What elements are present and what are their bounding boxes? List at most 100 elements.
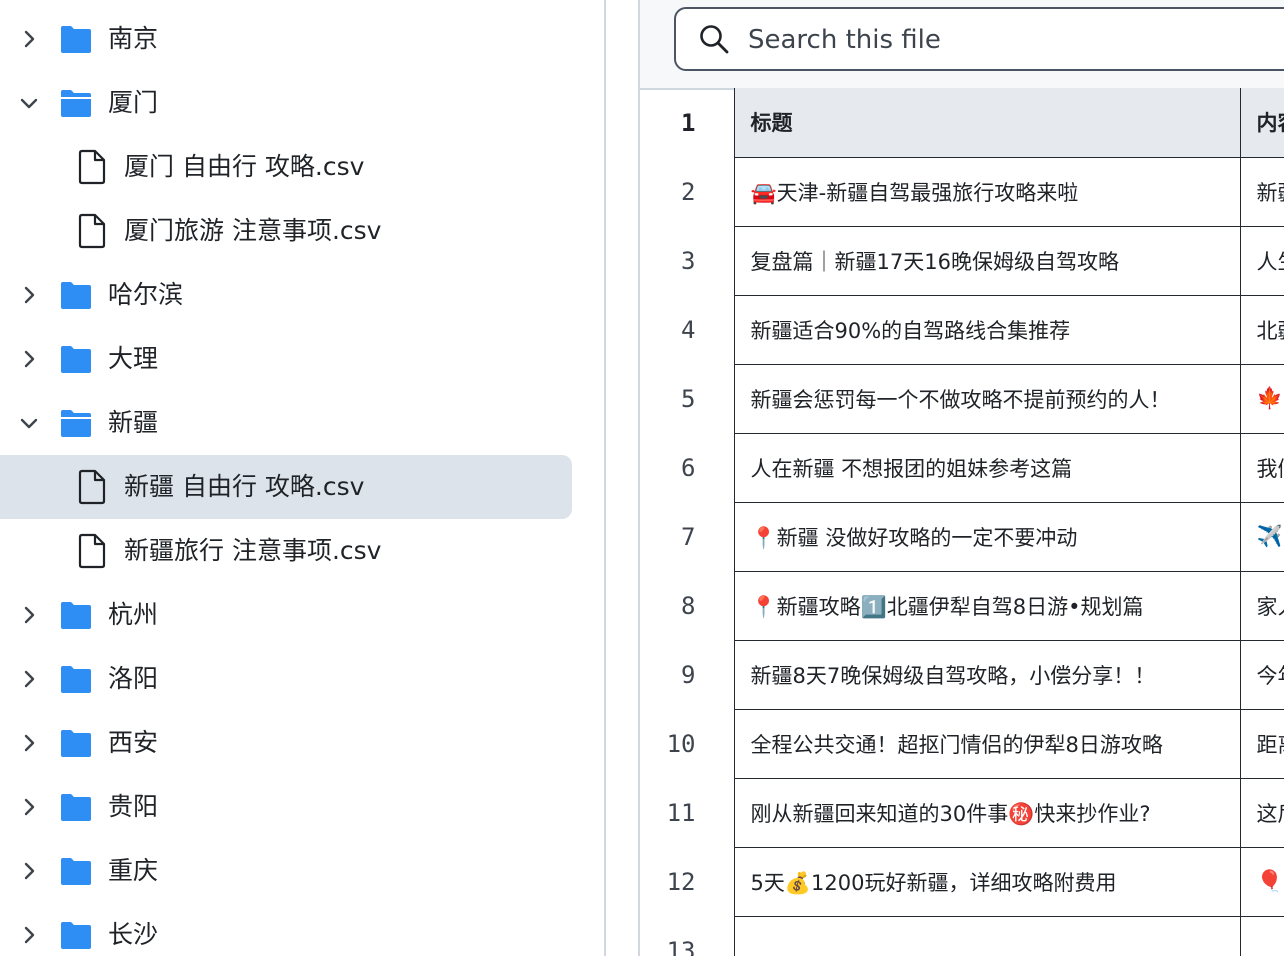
chevron-right-icon[interactable] (18, 860, 40, 882)
chevron-down-icon[interactable] (18, 92, 40, 114)
csv-viewer: 1标题内容2🚘天津-新疆自驾最强旅行攻略来啦新疆3复盘篇｜新疆17天16晚保姆级… (638, 0, 1284, 956)
cell-title[interactable]: 5天💰1200玩好新疆，详细攻略附费用 (734, 847, 1241, 917)
tree-item-label: 重庆 (108, 856, 159, 885)
tree-folder[interactable]: 长沙 (0, 903, 572, 956)
folder-icon (61, 794, 91, 821)
tree-folder[interactable]: 大理 (0, 327, 572, 391)
tree-folder[interactable]: 哈尔滨 (0, 263, 572, 327)
cell-title[interactable]: 📍新疆 没做好攻略的一定不要冲动 (734, 502, 1241, 572)
cell-title[interactable]: 标题 (734, 88, 1241, 158)
tree-folder[interactable]: 洛阳 (0, 647, 572, 711)
tree-item-label: 洛阳 (108, 664, 159, 693)
line-number: 11 (640, 778, 735, 847)
cell-title[interactable]: 人在新疆 不想报团的姐妹参考这篇 (734, 433, 1241, 503)
cell-content[interactable]: 内容 (1240, 88, 1284, 158)
tree-item-label: 杭州 (108, 600, 159, 629)
chevron-right-icon[interactable] (18, 28, 40, 50)
search-icon (700, 25, 729, 54)
folder-open-icon (61, 410, 91, 437)
tree-file[interactable]: 厦门旅游 注意事项.csv (0, 199, 572, 263)
cell-content[interactable]: 🍁 (1240, 364, 1284, 434)
cell-content[interactable]: 距离 (1240, 709, 1284, 779)
folder-icon (61, 730, 91, 757)
file-icon (78, 213, 106, 249)
tree-item-label: 南京 (108, 24, 159, 53)
cell-title[interactable]: 全程公共交通！超抠门情侣的伊犁8日游攻略 (734, 709, 1241, 779)
table-row: 6人在新疆 不想报团的姐妹参考这篇我们 (640, 433, 1284, 503)
search-box[interactable] (674, 7, 1284, 71)
tree-item-label: 大理 (108, 344, 159, 373)
line-number: 3 (640, 226, 735, 295)
folder-icon (61, 666, 91, 693)
tree-folder[interactable]: 贵阳 (0, 775, 572, 839)
folder-icon (61, 858, 91, 885)
cell-title[interactable]: 刚从新疆回来知道的30件事㊙️快来抄作业? (734, 778, 1241, 848)
cell-title[interactable]: 复盘篇｜新疆17天16晚保姆级自驾攻略 (734, 226, 1241, 296)
cell-content[interactable]: 我们 (1240, 433, 1284, 503)
cell-content[interactable]: ✈️ (1240, 502, 1284, 572)
pane-divider[interactable] (604, 0, 606, 956)
tree-item-label: 长沙 (108, 920, 159, 949)
line-number: 6 (640, 433, 735, 502)
cell-content[interactable]: 新疆 (1240, 157, 1284, 227)
csv-table: 1标题内容2🚘天津-新疆自驾最强旅行攻略来啦新疆3复盘篇｜新疆17天16晚保姆级… (640, 88, 1284, 956)
cell-title[interactable]: 🚘天津-新疆自驾最强旅行攻略来啦 (734, 157, 1241, 227)
cell-title[interactable]: 新疆8天7晚保姆级自驾攻略，小偿分享！！ (734, 640, 1241, 710)
tree-item-label: 厦门 (108, 88, 159, 117)
cell-title[interactable] (734, 916, 1241, 956)
cell-title[interactable]: 📍新疆攻略1️⃣北疆伊犁自驾8日游•规划篇 (734, 571, 1241, 641)
tree-file[interactable]: 厦门 自由行 攻略.csv (0, 135, 572, 199)
table-row: 7 📍新疆 没做好攻略的一定不要冲动 ✈️ (640, 502, 1284, 572)
search-bar (640, 0, 1284, 90)
table-row: 3复盘篇｜新疆17天16晚保姆级自驾攻略人生 (640, 226, 1284, 296)
cell-content[interactable]: 家人 (1240, 571, 1284, 641)
tree-item-label: 厦门旅游 注意事项.csv (124, 216, 382, 245)
line-number: 7 (640, 502, 735, 571)
chevron-right-icon[interactable] (18, 732, 40, 754)
cell-content[interactable]: 北疆 (1240, 295, 1284, 365)
chevron-right-icon[interactable] (18, 924, 40, 946)
chevron-right-icon[interactable] (18, 348, 40, 370)
tree-item-label: 哈尔滨 (108, 280, 184, 309)
line-number: 13 (640, 916, 735, 956)
tree-item-label: 新疆旅行 注意事项.csv (124, 536, 382, 565)
cell-title[interactable]: 新疆会惩罚每一个不做攻略不提前预约的人！ (734, 364, 1241, 434)
tree-folder[interactable]: 南京 (0, 7, 572, 71)
chevron-right-icon[interactable] (18, 668, 40, 690)
chevron-down-icon[interactable] (18, 412, 40, 434)
folder-icon (61, 346, 91, 373)
search-input[interactable] (746, 21, 1250, 59)
chevron-right-icon[interactable] (18, 284, 40, 306)
file-icon (78, 149, 106, 185)
table-row: 8📍新疆攻略1️⃣北疆伊犁自驾8日游•规划篇家人 (640, 571, 1284, 641)
tree-item-label: 贵阳 (108, 792, 159, 821)
tree-item-label: 新疆 (108, 408, 159, 437)
cell-content[interactable]: 今年 (1240, 640, 1284, 710)
tree-folder[interactable]: 厦门 (0, 71, 572, 135)
table-row: 11刚从新疆回来知道的30件事㊙️快来抄作业?这后 (640, 778, 1284, 848)
cell-content[interactable]: 这后 (1240, 778, 1284, 848)
tree-file[interactable]: 新疆旅行 注意事项.csv (0, 519, 572, 583)
cell-content[interactable]: 🎈 (1240, 847, 1284, 917)
tree-folder[interactable]: 重庆 (0, 839, 572, 903)
table-row: 10全程公共交通！超抠门情侣的伊犁8日游攻略距离 (640, 709, 1284, 779)
line-number: 1 (640, 88, 735, 157)
cell-title[interactable]: 新疆适合90%的自驾路线合集推荐 (734, 295, 1241, 365)
folder-open-icon (61, 90, 91, 117)
tree-file[interactable]: 新疆 自由行 攻略.csv (0, 455, 572, 519)
chevron-right-icon[interactable] (18, 604, 40, 626)
tree-folder[interactable]: 杭州 (0, 583, 572, 647)
file-icon (78, 533, 106, 569)
line-number: 5 (640, 364, 735, 433)
folder-icon (61, 282, 91, 309)
folder-icon (61, 26, 91, 53)
table-row: 9新疆8天7晚保姆级自驾攻略，小偿分享！！今年 (640, 640, 1284, 710)
table-row: 4新疆适合90%的自驾路线合集推荐北疆 (640, 295, 1284, 365)
table-row: 13 (640, 916, 1284, 956)
cell-content[interactable]: 人生 (1240, 226, 1284, 296)
folder-icon (61, 922, 91, 949)
chevron-right-icon[interactable] (18, 796, 40, 818)
tree-folder[interactable]: 新疆 (0, 391, 572, 455)
cell-content[interactable] (1240, 916, 1284, 956)
tree-folder[interactable]: 西安 (0, 711, 572, 775)
